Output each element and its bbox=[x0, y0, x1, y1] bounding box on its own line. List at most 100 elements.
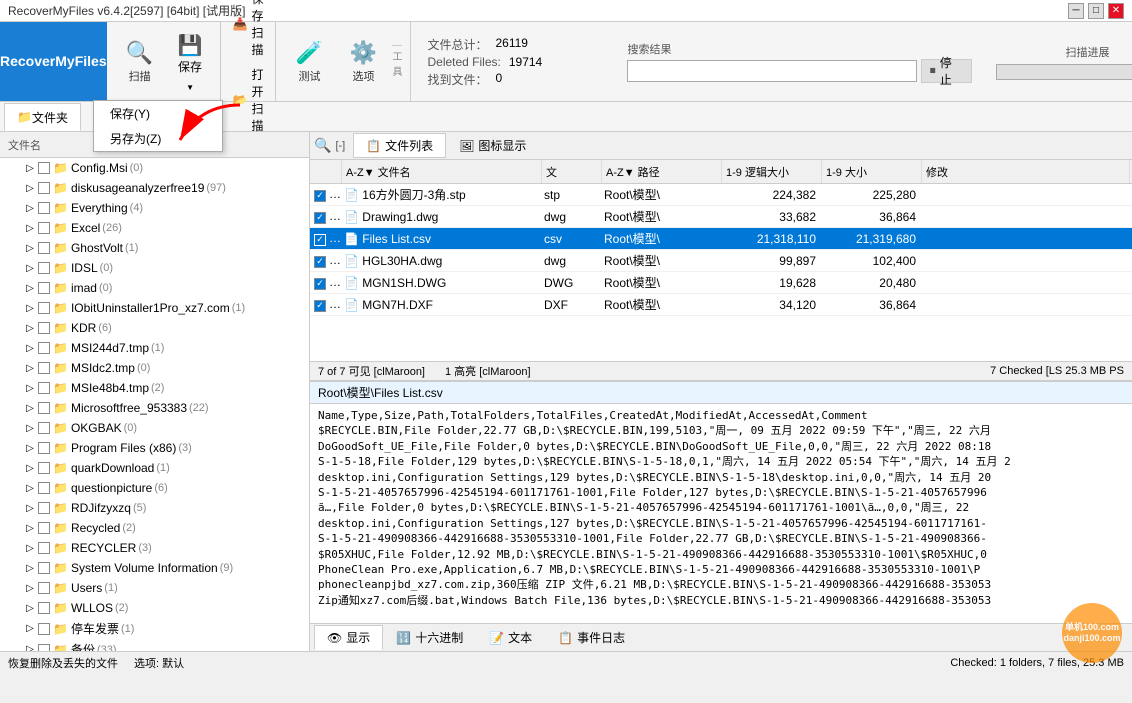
checkbox-question[interactable] bbox=[38, 482, 50, 494]
expand-config-msi[interactable]: ▷ bbox=[22, 160, 38, 176]
expand-idsl[interactable]: ▷ bbox=[22, 260, 38, 276]
checkbox-rdj[interactable] bbox=[38, 502, 50, 514]
checkbox-parking[interactable] bbox=[38, 623, 50, 635]
checkbox-recycler[interactable] bbox=[38, 542, 50, 554]
stop-button[interactable]: ⏹ 停止 bbox=[921, 59, 972, 83]
tree-scroll-area[interactable]: ▷ 📁 Config.Msi (0) ▷ 📁 diskusageanalyzer… bbox=[0, 158, 309, 651]
col-filename[interactable]: A-Z▼ 文件名 bbox=[342, 160, 542, 183]
expand-recycled[interactable]: ▷ bbox=[22, 520, 38, 536]
checkbox-msie48b4[interactable] bbox=[38, 382, 50, 394]
checkbox-msi244d7[interactable] bbox=[38, 342, 50, 354]
tree-item-quark[interactable]: ▷ 📁 quarkDownload (1) bbox=[0, 458, 309, 478]
expand-recycler[interactable]: ▷ bbox=[22, 540, 38, 556]
tree-item-imad[interactable]: ▷ 📁 imad (0) bbox=[0, 278, 309, 298]
expand-parking[interactable]: ▷ bbox=[22, 621, 38, 637]
checkbox-users[interactable] bbox=[38, 582, 50, 594]
maximize-button[interactable]: □ bbox=[1088, 3, 1104, 19]
expand-ghostvolt[interactable]: ▷ bbox=[22, 240, 38, 256]
checkbox-backup[interactable] bbox=[38, 644, 50, 652]
tree-item-diskusage[interactable]: ▷ 📁 diskusageanalyzerfree19 (97) bbox=[0, 178, 309, 198]
save-button[interactable]: 💾 保存 bbox=[169, 28, 212, 80]
tree-item-rdj[interactable]: ▷ 📁 RDJifzyxzq (5) bbox=[0, 498, 309, 518]
tree-item-recycled[interactable]: ▷ 📁 Recycled (2) bbox=[0, 518, 309, 538]
minimize-button[interactable]: ─ bbox=[1068, 3, 1084, 19]
expand-backup[interactable]: ▷ bbox=[22, 642, 38, 652]
expand-msi244d7[interactable]: ▷ bbox=[22, 340, 38, 356]
col-path[interactable]: A-Z▼ 路径 bbox=[602, 160, 722, 183]
open-scan-button[interactable]: 📂 打开扫描 bbox=[229, 64, 268, 136]
tab-display[interactable]: 👁 显示 bbox=[314, 625, 383, 650]
expand-imad[interactable]: ▷ bbox=[22, 280, 38, 296]
row4-checkbox[interactable]: ✓ bbox=[314, 256, 326, 268]
file-row-2[interactable]: ✓ 2 📄 Drawing1.dwg dwg Root\模型\ 33,682 3… bbox=[310, 206, 1132, 228]
expand-system-volume[interactable]: ▷ bbox=[22, 560, 38, 576]
tree-item-msie48b4[interactable]: ▷ 📁 MSIe48b4.tmp (2) bbox=[0, 378, 309, 398]
tree-item-system-volume[interactable]: ▷ 📁 System Volume Information (9) bbox=[0, 558, 309, 578]
checkbox-system-volume[interactable] bbox=[38, 562, 50, 574]
file-list-body[interactable]: ✓ 1 📄 16方外圆刀-3角.stp stp Root\模型\ 224,382… bbox=[310, 184, 1132, 361]
close-button[interactable]: ✕ bbox=[1108, 3, 1124, 19]
checkbox-iobit[interactable] bbox=[38, 302, 50, 314]
tree-item-recycler[interactable]: ▷ 📁 RECYCLER (3) bbox=[0, 538, 309, 558]
tree-item-msidc2[interactable]: ▷ 📁 MSIdc2.tmp (0) bbox=[0, 358, 309, 378]
save-as-item[interactable]: 另存为(Z) bbox=[94, 126, 222, 151]
file-row-3[interactable]: ✓ 3 📄 Files List.csv csv Root\模型\ 21,318… bbox=[310, 228, 1132, 250]
checkbox-wllos[interactable] bbox=[38, 602, 50, 614]
tree-item-wllos[interactable]: ▷ 📁 WLLOS (2) bbox=[0, 598, 309, 618]
tree-item-config-msi[interactable]: ▷ 📁 Config.Msi (0) bbox=[0, 158, 309, 178]
tab-file-list[interactable]: 📋 文件列表 bbox=[353, 133, 446, 158]
col-modified[interactable]: 修改 bbox=[922, 160, 1130, 183]
expand-program-files[interactable]: ▷ bbox=[22, 440, 38, 456]
checkbox-program-files[interactable] bbox=[38, 442, 50, 454]
tab-event-log[interactable]: 📋 事件日志 bbox=[545, 625, 638, 650]
tree-item-microsoft[interactable]: ▷ 📁 Microsoftfree_953383 (22) bbox=[0, 398, 309, 418]
tree-item-ghostvolt[interactable]: ▷ 📁 GhostVolt (1) bbox=[0, 238, 309, 258]
col-size[interactable]: 1-9 大小 bbox=[822, 160, 922, 183]
expand-everything[interactable]: ▷ bbox=[22, 200, 38, 216]
row3-checkbox[interactable]: ✓ bbox=[314, 234, 326, 246]
tab-files[interactable]: 📁 文件夹 bbox=[4, 103, 81, 131]
row2-checkbox[interactable]: ✓ bbox=[314, 212, 326, 224]
expand-quark[interactable]: ▷ bbox=[22, 460, 38, 476]
tree-item-program-files[interactable]: ▷ 📁 Program Files (x86) (3) bbox=[0, 438, 309, 458]
checkbox-excel[interactable] bbox=[38, 222, 50, 234]
tree-item-parking[interactable]: ▷ 📁 停车发票 (1) bbox=[0, 618, 309, 639]
expand-msie48b4[interactable]: ▷ bbox=[22, 380, 38, 396]
tab-hex[interactable]: 🔢 十六进制 bbox=[383, 625, 476, 650]
file-row-6[interactable]: ✓ 6 📄 MGN7H.DXF DXF Root\模型\ 34,120 36,8… bbox=[310, 294, 1132, 316]
expand-kdr[interactable]: ▷ bbox=[22, 320, 38, 336]
scan-button[interactable]: 🔍 扫描 bbox=[115, 32, 165, 92]
tree-item-iobit[interactable]: ▷ 📁 IObitUninstaller1Pro_xz7.com (1) bbox=[0, 298, 309, 318]
checkbox-everything[interactable] bbox=[38, 202, 50, 214]
options-button[interactable]: ⚙️ 选项 bbox=[338, 32, 388, 92]
checkbox-ghostvolt[interactable] bbox=[38, 242, 50, 254]
checkbox-msidc2[interactable] bbox=[38, 362, 50, 374]
save-item[interactable]: 保存(Y) bbox=[94, 101, 222, 126]
checkbox-kdr[interactable] bbox=[38, 322, 50, 334]
expand-diskusage[interactable]: ▷ bbox=[22, 180, 38, 196]
expand-excel[interactable]: ▷ bbox=[22, 220, 38, 236]
tab-icon-view[interactable]: 🖼 图标显示 bbox=[446, 133, 539, 158]
tree-item-okgbak[interactable]: ▷ 📁 OKGBAK (0) bbox=[0, 418, 309, 438]
checkbox-okgbak[interactable] bbox=[38, 422, 50, 434]
tree-item-kdr[interactable]: ▷ 📁 KDR (6) bbox=[0, 318, 309, 338]
expand-okgbak[interactable]: ▷ bbox=[22, 420, 38, 436]
search-input[interactable] bbox=[627, 60, 916, 82]
expand-rdj[interactable]: ▷ bbox=[22, 500, 38, 516]
expand-question[interactable]: ▷ bbox=[22, 480, 38, 496]
expand-wllos[interactable]: ▷ bbox=[22, 600, 38, 616]
col-logical-size[interactable]: 1-9 逻辑大小 bbox=[722, 160, 822, 183]
checkbox-microsoft[interactable] bbox=[38, 402, 50, 414]
file-row-1[interactable]: ✓ 1 📄 16方外圆刀-3角.stp stp Root\模型\ 224,382… bbox=[310, 184, 1132, 206]
save-dropdown-arrow[interactable]: ▼ bbox=[169, 80, 212, 95]
tree-item-backup[interactable]: ▷ 📁 备份 (33) bbox=[0, 639, 309, 651]
row1-checkbox[interactable]: ✓ bbox=[314, 190, 326, 202]
expand-microsoft[interactable]: ▷ bbox=[22, 400, 38, 416]
row5-checkbox[interactable]: ✓ bbox=[314, 278, 326, 290]
expand-users[interactable]: ▷ bbox=[22, 580, 38, 596]
expand-msidc2[interactable]: ▷ bbox=[22, 360, 38, 376]
tree-item-users[interactable]: ▷ 📁 Users (1) bbox=[0, 578, 309, 598]
col-type[interactable]: 文 bbox=[542, 160, 602, 183]
tree-item-question[interactable]: ▷ 📁 questionpicture (6) bbox=[0, 478, 309, 498]
file-row-5[interactable]: ✓ 5 📄 MGN1SH.DWG DWG Root\模型\ 19,628 20,… bbox=[310, 272, 1132, 294]
